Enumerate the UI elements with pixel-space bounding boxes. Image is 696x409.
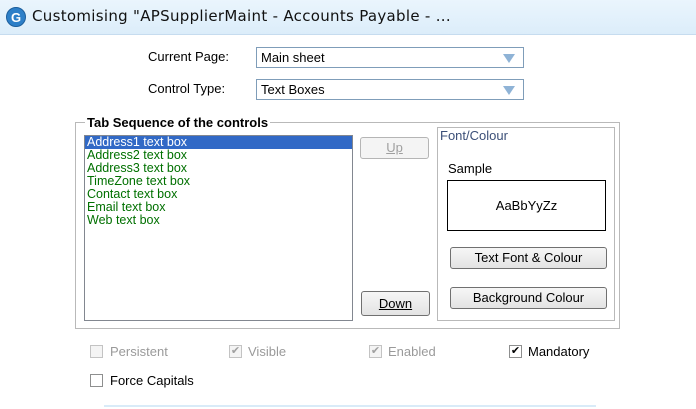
persistent-label: Persistent: [110, 344, 168, 359]
move-up-button[interactable]: Up: [360, 137, 429, 159]
current-page-select[interactable]: Main sheet: [256, 47, 524, 68]
background-colour-button[interactable]: Background Colour: [450, 287, 607, 309]
tab-sequence-list[interactable]: Address1 text box Address2 text box Addr…: [84, 135, 353, 321]
title-bar: G Customising "APSupplierMaint - Account…: [0, 0, 696, 35]
sample-label: Sample: [448, 161, 493, 176]
force-capitals-label: Force Capitals: [110, 373, 194, 388]
move-down-button[interactable]: Down: [361, 291, 430, 316]
control-type-label: Control Type:: [148, 81, 226, 96]
control-type-value: Text Boxes: [261, 82, 325, 97]
text-font-colour-button[interactable]: Text Font & Colour: [450, 247, 607, 269]
font-colour-title: Font/Colour: [440, 128, 508, 143]
dropdown-arrow-icon[interactable]: [503, 54, 515, 63]
list-item[interactable]: Web text box: [85, 214, 352, 227]
app-logo-icon: G: [6, 7, 26, 27]
sample-preview: AaBbYyZz: [447, 180, 606, 231]
enabled-label: Enabled: [388, 344, 436, 359]
enabled-checkbox[interactable]: ✔: [369, 345, 382, 358]
visible-label: Visible: [248, 344, 287, 359]
current-page-label: Current Page:: [148, 49, 229, 64]
visible-checkbox[interactable]: ✔: [229, 345, 242, 358]
dropdown-arrow-icon[interactable]: [503, 86, 515, 95]
control-type-select[interactable]: Text Boxes: [256, 79, 524, 100]
bottom-divider: [104, 405, 596, 407]
tab-sequence-title: Tab Sequence of the controls: [85, 115, 271, 130]
mandatory-checkbox[interactable]: ✔: [509, 345, 522, 358]
current-page-value: Main sheet: [261, 50, 325, 65]
persistent-checkbox[interactable]: [90, 345, 103, 358]
window-title: Customising "APSupplierMaint - Accounts …: [32, 7, 451, 25]
mandatory-label: Mandatory: [528, 344, 590, 359]
force-capitals-checkbox[interactable]: [90, 374, 103, 387]
